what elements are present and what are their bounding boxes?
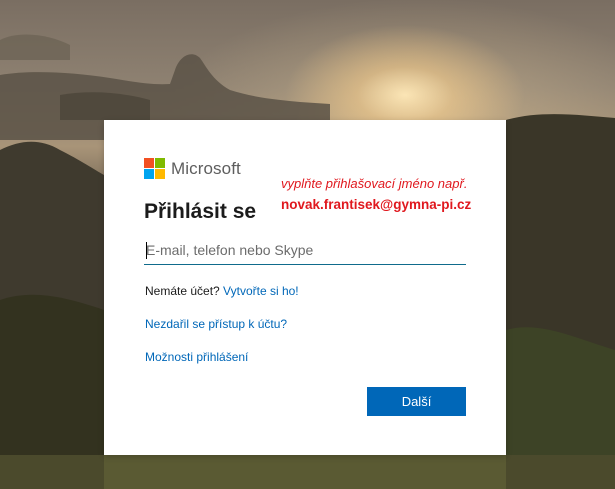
microsoft-logo-icon bbox=[144, 158, 165, 179]
login-page: Microsoft vyplňte přihlašovací jméno nap… bbox=[0, 0, 615, 489]
create-account-link[interactable]: Vytvořte si ho! bbox=[223, 284, 299, 298]
page-title: Přihlásit se bbox=[144, 200, 257, 223]
microsoft-logo: Microsoft bbox=[144, 158, 241, 179]
no-account-text: Nemáte účet? bbox=[145, 284, 224, 298]
logo-square-yellow bbox=[155, 169, 165, 179]
hint-line-1: vyplňte přihlašovací jméno např. bbox=[281, 176, 468, 191]
brand-name: Microsoft bbox=[171, 158, 241, 178]
account-access-trouble-link[interactable]: Nezdařil se přístup k účtu? bbox=[145, 317, 287, 331]
email-input[interactable] bbox=[144, 236, 466, 265]
next-button[interactable]: Další bbox=[367, 387, 466, 416]
signin-options-link[interactable]: Možnosti přihlášení bbox=[145, 350, 248, 364]
signin-card: Microsoft vyplňte přihlašovací jméno nap… bbox=[104, 120, 506, 455]
text-caret bbox=[146, 242, 147, 259]
username-hint-annotation: vyplňte přihlašovací jméno např. novak.f… bbox=[281, 173, 471, 215]
logo-square-blue bbox=[144, 169, 154, 179]
no-account-row: Nemáte účet? Vytvořte si ho! bbox=[145, 284, 299, 298]
logo-square-red bbox=[144, 158, 154, 168]
logo-square-green bbox=[155, 158, 165, 168]
hint-line-2: novak.frantisek@gymna-pi.cz bbox=[281, 197, 472, 212]
